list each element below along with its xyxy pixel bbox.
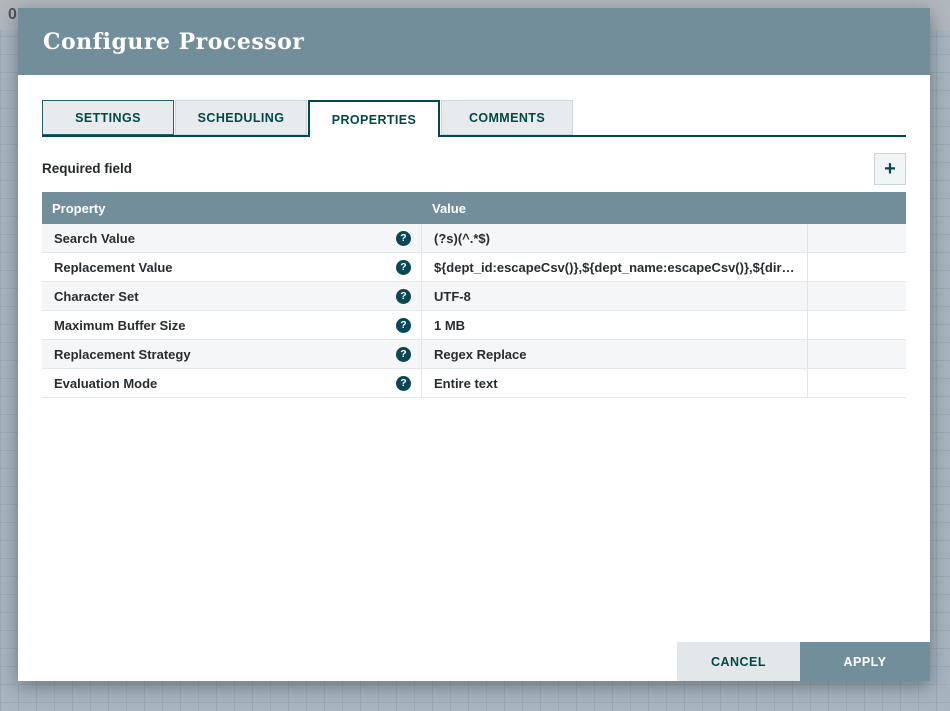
help-icon[interactable]: ? <box>396 347 411 362</box>
property-name: Character Set <box>54 289 139 304</box>
tab-properties-label: PROPERTIES <box>332 113 417 127</box>
help-icon[interactable]: ? <box>396 376 411 391</box>
required-field-label: Required field <box>42 161 132 176</box>
table-row: Maximum Buffer Size ? 1 MB <box>42 311 906 340</box>
property-name: Evaluation Mode <box>54 376 157 391</box>
dialog-title: Configure Processor <box>43 29 304 55</box>
property-name: Maximum Buffer Size <box>54 318 185 333</box>
tab-scheduling-label: SCHEDULING <box>198 111 285 125</box>
property-value[interactable]: ${dept_id:escapeCsv()},${dept_name:escap… <box>422 253 808 281</box>
help-icon[interactable]: ? <box>396 318 411 333</box>
tab-comments[interactable]: COMMENTS <box>441 100 573 135</box>
tab-comments-label: COMMENTS <box>469 111 545 125</box>
property-value[interactable]: 1 MB <box>422 311 808 339</box>
property-value[interactable]: Regex Replace <box>422 340 808 368</box>
property-value[interactable]: UTF-8 <box>422 282 808 310</box>
tab-settings[interactable]: SETTINGS <box>42 100 174 135</box>
property-name: Replacement Strategy <box>54 347 191 362</box>
property-value[interactable]: Entire text <box>422 369 808 397</box>
table-row: Replacement Strategy ? Regex Replace <box>42 340 906 369</box>
tab-scheduling[interactable]: SCHEDULING <box>175 100 307 135</box>
tab-properties[interactable]: PROPERTIES <box>308 100 440 137</box>
properties-table: Property Value Search Value ? (?s)(^.*$)… <box>42 192 906 398</box>
table-header-row: Property Value <box>42 192 906 224</box>
table-row: Replacement Value ? ${dept_id:escapeCsv(… <box>42 253 906 282</box>
tab-settings-label: SETTINGS <box>75 111 141 125</box>
table-row: Character Set ? UTF-8 <box>42 282 906 311</box>
plus-icon: + <box>884 159 896 179</box>
canvas-counter: 0 <box>8 6 17 23</box>
table-row: Search Value ? (?s)(^.*$) <box>42 224 906 253</box>
tab-bar: SETTINGS SCHEDULING PROPERTIES COMMENTS <box>42 100 906 137</box>
table-row: Evaluation Mode ? Entire text <box>42 369 906 398</box>
add-property-button[interactable]: + <box>874 153 906 185</box>
required-field-row: Required field + <box>42 152 906 185</box>
help-icon[interactable]: ? <box>396 260 411 275</box>
apply-button[interactable]: APPLY <box>800 642 930 681</box>
dialog-header: Configure Processor <box>18 8 930 75</box>
property-value[interactable]: (?s)(^.*$) <box>422 224 808 252</box>
cancel-button[interactable]: CANCEL <box>677 642 800 681</box>
configure-processor-dialog: Configure Processor SETTINGS SCHEDULING … <box>18 8 930 681</box>
property-name: Search Value <box>54 231 135 246</box>
column-header-value: Value <box>422 201 808 216</box>
property-name: Replacement Value <box>54 260 173 275</box>
dialog-footer: CANCEL APPLY <box>677 642 930 681</box>
dialog-content: SETTINGS SCHEDULING PROPERTIES COMMENTS … <box>18 100 930 398</box>
column-header-property: Property <box>42 201 422 216</box>
help-icon[interactable]: ? <box>396 231 411 246</box>
help-icon[interactable]: ? <box>396 289 411 304</box>
